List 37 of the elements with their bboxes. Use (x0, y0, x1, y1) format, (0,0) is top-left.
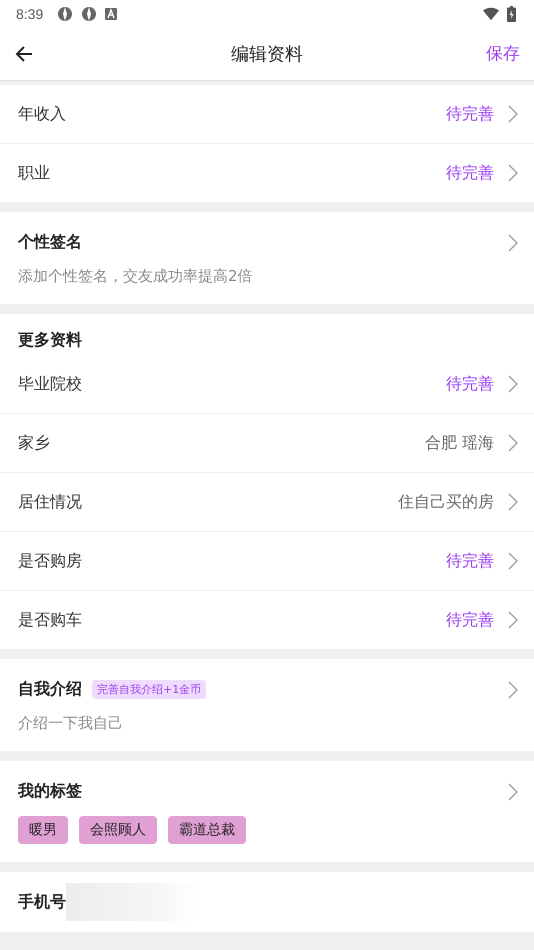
chevron-right-icon[interactable] (508, 782, 518, 800)
profile-row[interactable]: 是否购车 待完善 (0, 591, 534, 649)
wifi-icon (483, 6, 499, 22)
tag-chip: 暖男 (18, 816, 68, 844)
section-title: 自我介绍 (18, 679, 82, 700)
profile-row[interactable]: 职业 待完善 (0, 144, 534, 202)
section-title: 个性签名 (18, 232, 82, 253)
profile-row[interactable]: 家乡 合肥 瑶海 (0, 414, 534, 473)
section-heading: 更多资料 (17, 329, 83, 351)
back-arrow-icon[interactable] (14, 44, 34, 64)
battery-icon (507, 6, 516, 22)
reward-badge: 完善自我介绍+1金币 (92, 680, 206, 699)
chevron-right-icon (508, 164, 518, 182)
app-notification-icon (57, 6, 74, 22)
section-hint[interactable]: 介绍一下我自己 (18, 714, 518, 733)
phone-label: 手机号 (18, 892, 66, 912)
profile-row[interactable]: 年收入 待完善 (0, 85, 534, 144)
tag-chip: 会照顾人 (79, 816, 157, 844)
tag-chip: 霸道总裁 (168, 816, 246, 844)
chevron-right-icon[interactable] (508, 234, 518, 252)
profile-row[interactable]: 居住情况 住自己买的房 (0, 473, 534, 532)
chevron-right-icon (508, 493, 518, 511)
app-notification-icon (81, 6, 98, 22)
section-hint[interactable]: 添加个性签名，交友成功率提高2倍 (18, 267, 518, 286)
chevron-right-icon (508, 105, 518, 123)
chevron-right-icon (508, 375, 518, 393)
profile-row[interactable]: 是否购房 待完善 (0, 532, 534, 591)
section-title: 我的标签 (18, 781, 82, 802)
keyboard-notification-icon (105, 8, 118, 20)
chevron-right-icon (508, 611, 518, 629)
status-time: 8:39 (16, 6, 44, 22)
save-link[interactable]: 保存 (484, 42, 520, 65)
page-title: 编辑资料 (231, 42, 303, 66)
profile-row[interactable]: 毕业院校 待完善 (0, 355, 534, 414)
chevron-right-icon (508, 552, 518, 570)
chevron-right-icon (508, 434, 518, 452)
chevron-right-icon[interactable] (508, 680, 518, 698)
